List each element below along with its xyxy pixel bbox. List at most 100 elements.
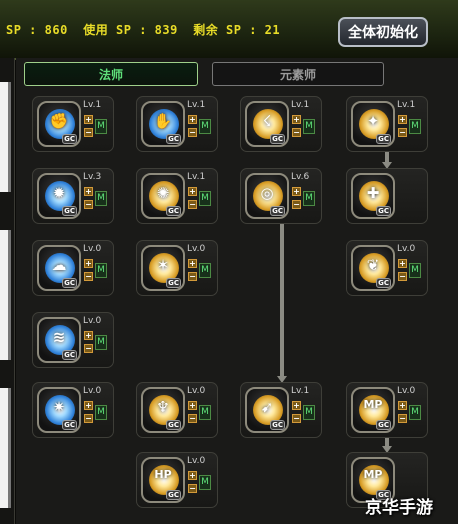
remaining-sp-label: 剩余 SP: [193, 23, 242, 37]
blue-burst-skill-icon[interactable]: ✹ GC: [37, 173, 81, 219]
master-button[interactable]: M: [303, 405, 315, 420]
level-down-button[interactable]: −: [84, 344, 93, 353]
level-up-button[interactable]: +: [188, 401, 197, 410]
gold-ring-skill-icon[interactable]: ◎ GC: [245, 173, 289, 219]
level-down-button[interactable]: −: [84, 200, 93, 209]
master-button[interactable]: M: [199, 119, 211, 134]
level-up-button[interactable]: +: [398, 401, 407, 410]
skill-level: Lv.0: [83, 386, 102, 396]
master-button[interactable]: M: [199, 191, 211, 206]
skill-slot[interactable]: ≋ GC Lv.0 + − M: [32, 312, 114, 368]
skill-slot[interactable]: ☁ GC Lv.0 + − M: [32, 240, 114, 296]
tab-mage[interactable]: 法师: [24, 62, 198, 86]
skill-slot[interactable]: ❦ GC Lv.0 + − M: [346, 240, 428, 296]
level-up-button[interactable]: +: [292, 115, 301, 124]
level-down-button[interactable]: −: [188, 200, 197, 209]
blue-storm-skill-icon[interactable]: ✷ GC: [37, 387, 81, 433]
level-down-button[interactable]: −: [188, 128, 197, 137]
level-up-button[interactable]: +: [292, 401, 301, 410]
gc-badge: GC: [376, 134, 391, 144]
sp-label: SP: [6, 23, 22, 37]
master-button[interactable]: M: [409, 119, 421, 134]
gold-pillar-skill-icon[interactable]: ✶ GC: [141, 245, 185, 291]
gold-mp-skill-icon[interactable]: MP GC: [351, 387, 395, 433]
master-button[interactable]: M: [199, 263, 211, 278]
level-down-button[interactable]: −: [292, 128, 301, 137]
level-up-button[interactable]: +: [188, 259, 197, 268]
level-up-button[interactable]: +: [84, 331, 93, 340]
level-up-button[interactable]: +: [188, 187, 197, 196]
gold-flame-skill-icon[interactable]: ✺ GC: [141, 173, 185, 219]
reset-all-button[interactable]: 全体初始化: [338, 17, 428, 47]
skill-slot[interactable]: HP GC Lv.0 + − M: [136, 452, 218, 508]
level-up-button[interactable]: +: [188, 115, 197, 124]
gc-badge: GC: [376, 206, 391, 216]
master-button[interactable]: M: [199, 405, 211, 420]
skill-slot[interactable]: ✹ GC Lv.3 + − M: [32, 168, 114, 224]
blue-claw-skill-icon[interactable]: ✋ GC: [141, 101, 185, 147]
level-up-button[interactable]: +: [292, 187, 301, 196]
level-up-button[interactable]: +: [84, 115, 93, 124]
skill-slot[interactable]: ☇ GC Lv.1 + − M: [240, 96, 322, 152]
skill-slot[interactable]: ✺ GC Lv.1 + − M: [136, 168, 218, 224]
gold-bird-skill-icon[interactable]: ✦ GC: [351, 101, 395, 147]
skill-icon-glyph: ☇: [262, 112, 272, 130]
gold-run-skill-icon[interactable]: ➹ GC: [245, 387, 289, 433]
master-button[interactable]: M: [95, 335, 107, 350]
skill-slot[interactable]: ✶ GC Lv.0 + − M: [136, 240, 218, 296]
level-down-button[interactable]: −: [292, 414, 301, 423]
left-side-panel: ▪: [0, 58, 15, 524]
blue-fist-skill-icon[interactable]: ✊ GC: [37, 101, 81, 147]
gold-aid-skill-icon[interactable]: ✚ GC: [351, 173, 395, 219]
master-button[interactable]: M: [95, 119, 107, 134]
skill-level: Lv.0: [83, 316, 102, 326]
level-up-button[interactable]: +: [398, 259, 407, 268]
skill-slot[interactable]: ✷ GC Lv.0 + − M: [32, 382, 114, 438]
level-down-button[interactable]: −: [188, 484, 197, 493]
blue-wave-skill-icon[interactable]: ≋ GC: [37, 317, 81, 363]
master-button[interactable]: M: [409, 263, 421, 278]
skill-slot[interactable]: ➹ GC Lv.1 + − M: [240, 382, 322, 438]
master-button[interactable]: M: [199, 475, 211, 490]
skill-slot[interactable]: ♆ GC Lv.0 + − M: [136, 382, 218, 438]
level-down-button[interactable]: −: [292, 200, 301, 209]
master-button[interactable]: M: [95, 263, 107, 278]
gold-kick-skill-icon[interactable]: ☇ GC: [245, 101, 289, 147]
level-down-button[interactable]: −: [188, 272, 197, 281]
skill-slot[interactable]: ✊ GC Lv.1 + − M: [32, 96, 114, 152]
skill-slot[interactable]: ✦ GC Lv.1 + − M: [346, 96, 428, 152]
level-up-button[interactable]: +: [84, 259, 93, 268]
level-up-button[interactable]: +: [84, 401, 93, 410]
prerequisite-line: [280, 224, 284, 376]
master-button[interactable]: M: [303, 191, 315, 206]
gold-wing-skill-icon[interactable]: ❦ GC: [351, 245, 395, 291]
level-down-button[interactable]: −: [398, 128, 407, 137]
level-down-button[interactable]: −: [398, 414, 407, 423]
gold-hp-skill-icon[interactable]: HP GC: [141, 457, 185, 503]
skill-level: Lv.1: [83, 100, 102, 110]
level-up-button[interactable]: +: [84, 187, 93, 196]
blue-ghost-skill-icon[interactable]: ☁ GC: [37, 245, 81, 291]
skill-level: Lv.1: [187, 100, 206, 110]
master-button[interactable]: M: [95, 191, 107, 206]
skill-slot[interactable]: ✚ GC: [346, 168, 428, 224]
skill-slot[interactable]: ✋ GC Lv.1 + − M: [136, 96, 218, 152]
gold-figure-skill-icon[interactable]: ♆ GC: [141, 387, 185, 433]
skill-slot[interactable]: ◎ GC Lv.6 + − M: [240, 168, 322, 224]
skill-level: Lv.0: [187, 456, 206, 466]
skill-level: Lv.1: [291, 100, 310, 110]
level-down-button[interactable]: −: [398, 272, 407, 281]
gc-badge: GC: [62, 278, 77, 288]
skill-slot[interactable]: MP GC Lv.0 + − M: [346, 382, 428, 438]
level-up-button[interactable]: +: [398, 115, 407, 124]
level-down-button[interactable]: −: [84, 128, 93, 137]
master-button[interactable]: M: [95, 405, 107, 420]
level-down-button[interactable]: −: [84, 414, 93, 423]
gc-badge: GC: [166, 278, 181, 288]
level-down-button[interactable]: −: [188, 414, 197, 423]
master-button[interactable]: M: [409, 405, 421, 420]
tab-elementalist[interactable]: 元素师: [212, 62, 384, 86]
level-down-button[interactable]: −: [84, 272, 93, 281]
master-button[interactable]: M: [303, 119, 315, 134]
level-up-button[interactable]: +: [188, 471, 197, 480]
